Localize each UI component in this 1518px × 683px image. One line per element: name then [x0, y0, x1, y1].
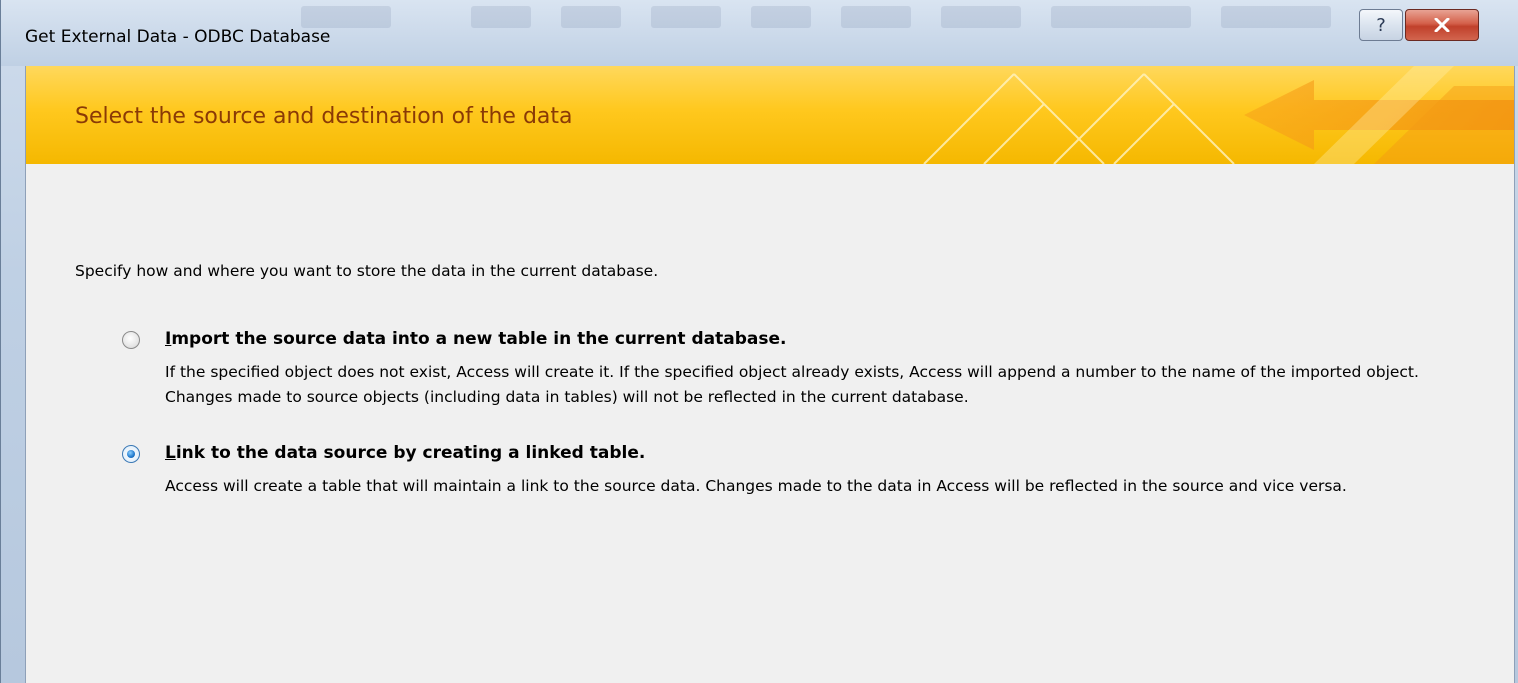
background-blur: [941, 6, 1021, 28]
import-option-description: If the specified object does not exist, …: [165, 363, 1419, 406]
import-radio[interactable]: [122, 331, 140, 349]
background-blur: [471, 6, 531, 28]
background-blur: [751, 6, 811, 28]
background-blur: [1051, 6, 1191, 28]
background-blur: [1221, 6, 1331, 28]
banner-decoration: [923, 66, 1514, 164]
import-label-text: mport the source data into a new table i…: [171, 329, 787, 349]
help-button[interactable]: ?: [1359, 9, 1403, 41]
title-bar[interactable]: Get External Data - ODBC Database ?: [1, 0, 1518, 66]
import-option-label[interactable]: Import the source data into a new table …: [165, 329, 786, 349]
dialog-window: Get External Data - ODBC Database ? Sele…: [0, 0, 1518, 683]
link-radio[interactable]: [122, 445, 140, 463]
dialog-content: Select the source and destination of the…: [25, 66, 1515, 683]
close-icon: [1434, 18, 1450, 32]
link-option-label[interactable]: Link to the data source by creating a li…: [165, 443, 645, 463]
background-blur: [561, 6, 621, 28]
header-banner: Select the source and destination of the…: [26, 66, 1514, 164]
background-blur: [841, 6, 911, 28]
link-accelerator: L: [165, 443, 176, 463]
intro-text: Specify how and where you want to store …: [75, 262, 659, 280]
help-icon: ?: [1376, 14, 1386, 36]
link-option-description: Access will create a table that will mai…: [165, 477, 1347, 495]
background-blur: [651, 6, 721, 28]
link-label-text: ink to the data source by creating a lin…: [175, 443, 646, 463]
close-button[interactable]: [1405, 9, 1479, 41]
banner-title: Select the source and destination of the…: [75, 104, 573, 129]
window-title: Get External Data - ODBC Database: [25, 27, 331, 47]
background-blur: [301, 6, 391, 28]
